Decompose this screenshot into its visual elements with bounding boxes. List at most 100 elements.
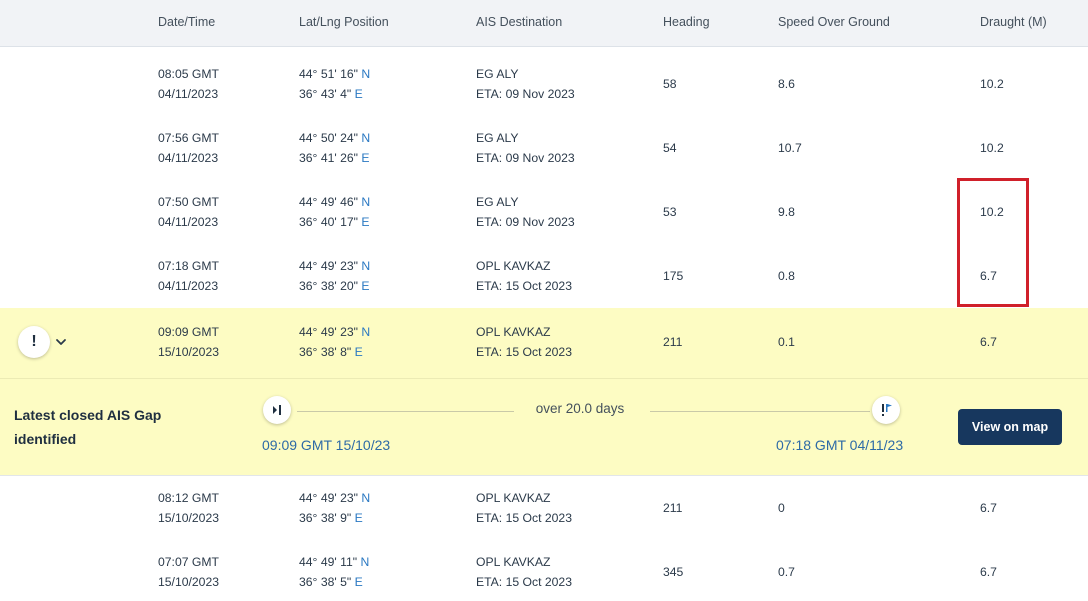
time-text: 08:05 GMT — [158, 67, 219, 81]
heading-cell: 53 — [663, 205, 677, 219]
sog-cell: 10.7 — [778, 141, 802, 155]
col-heading-header[interactable]: Heading — [663, 15, 710, 29]
destination-text: EG ALY — [476, 131, 519, 145]
destination-text: OPL KAVKAZ — [476, 491, 551, 505]
longitude-text: 36° 38' 9" — [299, 511, 352, 525]
eta-text: ETA: 09 Nov 2023 — [476, 87, 575, 101]
draught-cell: 6.7 — [980, 335, 997, 349]
latitude-text: 44° 49' 23" — [299, 491, 358, 505]
latitude-text: 44° 49' 46" — [299, 195, 358, 209]
table-header: Date/Time Lat/Lng Position AIS Destinati… — [0, 0, 1088, 47]
latitude-text: 44° 50' 24" — [299, 131, 358, 145]
position-cell: 44° 49' 23" N 36° 38' 8" E — [299, 322, 370, 362]
latitude-dir: N — [361, 67, 371, 81]
longitude-text: 36° 38' 8" — [299, 345, 352, 359]
col-sog-header[interactable]: Speed Over Ground — [778, 15, 890, 29]
latitude-text: 44° 49' 23" — [299, 325, 358, 339]
eta-text: ETA: 15 Oct 2023 — [476, 279, 572, 293]
date-text: 04/11/2023 — [158, 151, 219, 165]
alert-icon[interactable]: ! — [18, 326, 50, 358]
datetime-cell: 07:18 GMT 04/11/2023 — [158, 256, 219, 296]
heading-cell: 54 — [663, 141, 677, 155]
sog-cell: 0 — [778, 501, 785, 515]
col-position-header[interactable]: Lat/Lng Position — [299, 15, 389, 29]
heading-cell: 211 — [663, 501, 683, 515]
table-row[interactable]: 07:50 GMT 04/11/2023 44° 49' 46" N 36° 4… — [0, 180, 1088, 245]
gap-end-icon — [872, 396, 900, 424]
heading-cell: 211 — [663, 335, 683, 349]
table-row[interactable]: 07:07 GMT 15/10/2023 44° 49' 11" N 36° 3… — [0, 540, 1088, 601]
destination-cell: EG ALY ETA: 09 Nov 2023 — [476, 64, 575, 104]
table-row[interactable]: 07:56 GMT 04/11/2023 44° 50' 24" N 36° 4… — [0, 116, 1088, 181]
destination-cell: OPL KAVKAZ ETA: 15 Oct 2023 — [476, 488, 572, 528]
longitude-dir: E — [354, 345, 363, 359]
heading-cell: 345 — [663, 565, 684, 579]
table-row[interactable]: 08:05 GMT 04/11/2023 44° 51' 16" N 36° 4… — [0, 52, 1088, 117]
latitude-dir: N — [361, 259, 371, 273]
time-text: 07:07 GMT — [158, 555, 219, 569]
position-cell: 44° 49' 46" N 36° 40' 17" E — [299, 192, 370, 232]
latitude-text: 44° 49' 23" — [299, 259, 358, 273]
sog-cell: 0.8 — [778, 269, 795, 283]
longitude-text: 36° 38' 5" — [299, 575, 352, 589]
date-text: 15/10/2023 — [158, 345, 219, 359]
gap-start-time: 09:09 GMT 15/10/23 — [262, 437, 391, 453]
time-text: 07:50 GMT — [158, 195, 219, 209]
gap-line-right — [650, 411, 870, 412]
alert-table-row[interactable]: ! 09:09 GMT 15/10/2023 44° 49' 23" N 36°… — [0, 308, 1088, 379]
draught-annotation-box — [957, 178, 1029, 307]
position-cell: 44° 49' 23" N 36° 38' 20" E — [299, 256, 370, 296]
date-text: 04/11/2023 — [158, 87, 219, 101]
eta-text: ETA: 09 Nov 2023 — [476, 215, 575, 229]
gap-duration: over 20.0 days — [535, 401, 625, 416]
table-row[interactable]: 08:12 GMT 15/10/2023 44° 49' 23" N 36° 3… — [0, 476, 1088, 541]
col-destination-header[interactable]: AIS Destination — [476, 15, 562, 29]
datetime-cell: 07:50 GMT 04/11/2023 — [158, 192, 219, 232]
table-row[interactable]: 07:18 GMT 04/11/2023 44° 49' 23" N 36° 3… — [0, 244, 1088, 309]
destination-text: EG ALY — [476, 195, 519, 209]
datetime-cell: 09:09 GMT 15/10/2023 — [158, 322, 219, 362]
time-text: 08:12 GMT — [158, 491, 219, 505]
destination-cell: EG ALY ETA: 09 Nov 2023 — [476, 192, 575, 232]
gap-title: Latest closed AIS Gap identified — [14, 407, 162, 447]
position-cell: 44° 49' 11" N 36° 38' 5" E — [299, 552, 369, 592]
destination-cell: OPL KAVKAZ ETA: 15 Oct 2023 — [476, 322, 572, 362]
ais-gap-panel: Latest closed AIS Gap identified over 20… — [0, 379, 1088, 476]
latitude-dir: N — [360, 555, 370, 569]
date-text: 15/10/2023 — [158, 511, 219, 525]
draught-cell: 10.2 — [980, 141, 1004, 155]
draught-cell: 6.7 — [980, 501, 997, 515]
datetime-cell: 07:56 GMT 04/11/2023 — [158, 128, 219, 168]
col-draught-header[interactable]: Draught (M) — [980, 15, 1047, 29]
sog-cell: 0.1 — [778, 335, 795, 349]
eta-text: ETA: 15 Oct 2023 — [476, 345, 572, 359]
date-text: 15/10/2023 — [158, 575, 219, 589]
destination-text: EG ALY — [476, 67, 519, 81]
time-text: 09:09 GMT — [158, 325, 219, 339]
chevron-down-icon[interactable] — [54, 335, 68, 349]
heading-cell: 175 — [663, 269, 684, 283]
destination-cell: EG ALY ETA: 09 Nov 2023 — [476, 128, 575, 168]
latitude-dir: N — [361, 491, 371, 505]
destination-text: OPL KAVKAZ — [476, 259, 551, 273]
eta-text: ETA: 15 Oct 2023 — [476, 575, 572, 589]
latitude-dir: N — [361, 131, 371, 145]
gap-start-icon — [263, 396, 291, 424]
col-datetime-header[interactable]: Date/Time — [158, 15, 215, 29]
gap-end-time: 07:18 GMT 04/11/23 — [776, 437, 904, 453]
longitude-dir: E — [354, 511, 363, 525]
draught-cell: 10.2 — [980, 77, 1004, 91]
sog-cell: 9.8 — [778, 205, 795, 219]
longitude-dir: E — [354, 575, 363, 589]
sog-cell: 8.6 — [778, 77, 795, 91]
longitude-text: 36° 38' 20" — [299, 279, 358, 293]
longitude-text: 36° 40' 17" — [299, 215, 358, 229]
heading-cell: 58 — [663, 77, 677, 91]
longitude-dir: E — [354, 87, 363, 101]
time-text: 07:18 GMT — [158, 259, 219, 273]
position-cell: 44° 51' 16" N 36° 43' 4" E — [299, 64, 370, 104]
eta-text: ETA: 09 Nov 2023 — [476, 151, 575, 165]
sog-cell: 0.7 — [778, 565, 795, 579]
view-on-map-button[interactable]: View on map — [958, 409, 1062, 445]
longitude-text: 36° 43' 4" — [299, 87, 352, 101]
